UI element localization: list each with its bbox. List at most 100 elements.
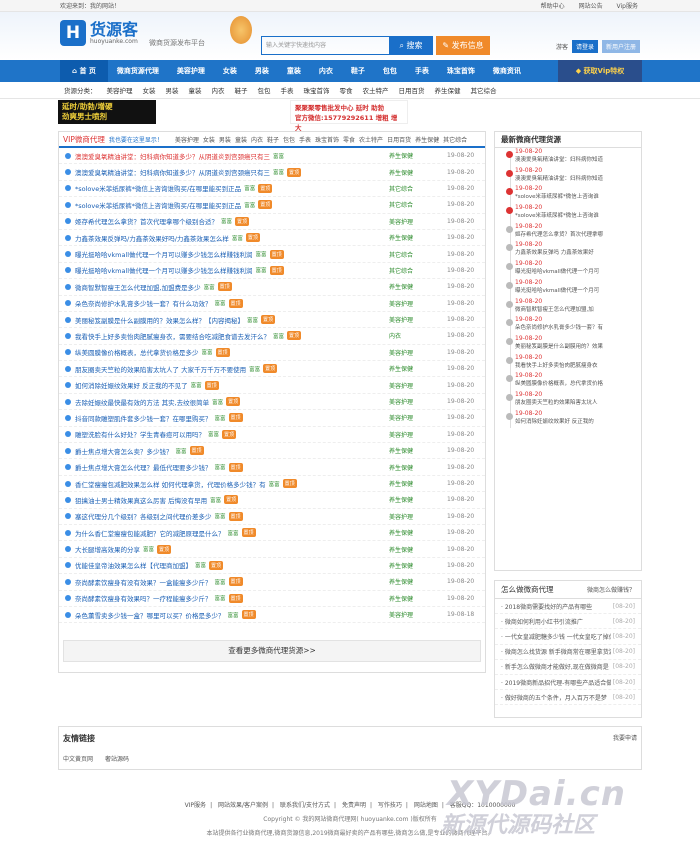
item-title[interactable]: 爵士焦点增大膏怎么代理？最低代理要多少钱？ <box>75 462 212 472</box>
item-title[interactable]: 狙擒油士男士精效果真这么厉害 后悔没有早用 <box>75 495 207 505</box>
nav-item-jewelry[interactable]: 珠宝首饰 <box>438 60 484 82</box>
item-category[interactable]: 养生保健 <box>389 282 413 291</box>
timeline-text[interactable]: 澳澳爱臭氧精油讲堂：妇科病你知道 <box>515 156 641 165</box>
list-item[interactable]: 抖音同款雕塑肌件套多少钱一套？在哪里购买？ 富富 置顶 美容护理 19-08-20 <box>59 410 485 427</box>
list-item[interactable]: 狙擒油士男士精效果真这么厉害 后悔没有早用 富富 置顶 养生保健 19-08-20 <box>59 492 485 509</box>
search-button[interactable]: ⌕ 搜索 <box>389 36 433 55</box>
list-item[interactable]: 朵色奈尚修护水乳膏多少钱一套？有什么功效？ 富富 置顶 美容护理 19-08-20 <box>59 296 485 312</box>
timeline-item[interactable]: 19-08-20 澳澳爱臭氧精油讲堂：妇科病你知道 <box>506 167 641 186</box>
item-category[interactable]: 养生保健 <box>389 463 413 472</box>
timeline-text[interactable]: 纵美圆膜像价格概表，总代拿货价格 <box>515 380 641 389</box>
article-title[interactable]: · 新手怎么做微商才能做好,现在做微商是 <box>501 662 609 671</box>
category-item[interactable]: 养生保健 <box>435 85 461 95</box>
category-item[interactable]: 日用百货 <box>399 85 425 95</box>
item-title[interactable]: 美丽秘笈副膜是什么副膜用的？效果怎么样？【内容揭秘】 <box>75 315 244 325</box>
footer-link[interactable]: 写作技巧 <box>378 802 402 809</box>
list-item[interactable]: 姬存希代理怎么拿货？首次代理拿哪个级别合适？ 富富 置顶 美容护理 19-08-20 <box>59 214 485 230</box>
list-filter[interactable]: 手表 <box>299 137 311 144</box>
timeline-text[interactable]: 曝光挺哈哈vkmall做代理一个月可 <box>515 287 641 296</box>
list-item[interactable]: 如何消除妊娠纹效果好 反正我的不见了 富富 置顶 美容护理 19-08-20 <box>59 377 485 394</box>
list-item[interactable]: 澳澳爱臭氧精油讲堂：妇科病你知道多少？从阴道炎到宫颈癌只有三 富富 置顶 养生保健 19… <box>59 164 485 181</box>
register-button[interactable]: 新用户注册 <box>602 40 641 53</box>
category-item[interactable]: 其它综合 <box>471 85 497 95</box>
list-item[interactable]: 力鑫茶效果反弹吗/力鑫茶效果好吗/力鑫茶效果怎么样 富富 置顶 养生保健 19-08-2… <box>59 230 485 247</box>
category-item[interactable]: 包包 <box>258 85 271 95</box>
article-item[interactable]: · 2019微商新品招代理-有哪些产品适合做 [08-20] <box>495 675 641 691</box>
list-filter[interactable]: 零食 <box>343 137 355 144</box>
list-item[interactable]: 微商智默智瘦王怎么代理加盟,加盟费是多少 富富 置顶 养生保健 19-08-20 <box>59 279 485 296</box>
item-category[interactable]: 美容护理 <box>389 397 413 406</box>
nav-item-women[interactable]: 女装 <box>214 60 246 82</box>
list-item[interactable]: 塞这代理分几个级别？各级别之间代理价差多少 富富 置顶 美容护理 19-08-20 <box>59 509 485 525</box>
footer-link[interactable]: 网站地图 <box>414 802 438 809</box>
category-item[interactable]: 珠宝首饰 <box>304 85 330 95</box>
article-title[interactable]: · 微商如何利用小红书引流推广 <box>501 617 583 626</box>
item-title[interactable]: 去除妊娠纹最快最有效的方法 其实,去纹很简单 <box>75 397 209 407</box>
item-title[interactable]: 大长腿增高效果的分享 <box>75 544 140 554</box>
item-title[interactable]: 朵色奈尚修护水乳膏多少钱一套？有什么功效？ <box>75 298 212 308</box>
item-category[interactable]: 养生保健 <box>389 528 413 537</box>
timeline-item[interactable]: 19-08-20 微商智默智瘦王怎么代理加盟,加 <box>506 298 641 317</box>
timeline-item[interactable]: 19-08-20 姬存希代理怎么拿货？首次代理拿哪 <box>506 223 641 242</box>
list-item[interactable]: 大长腿增高效果的分享 富富 置顶 养生保健 19-08-20 <box>59 541 485 558</box>
login-button[interactable]: 请登录 <box>572 40 599 53</box>
publish-button[interactable]: ✎ 发布信息 <box>436 36 490 55</box>
item-title[interactable]: 曝光挺哈哈vkmall做代理一个月可以赚多少钱怎么样赚钱利润 <box>75 249 253 259</box>
category-item[interactable]: 手表 <box>281 85 294 95</box>
timeline-item[interactable]: 19-08-20 我看快手上好多卖怡肉肥腻瘦身衣 <box>506 354 641 373</box>
item-category[interactable]: 其它综合 <box>389 200 413 209</box>
article-item[interactable]: · 微商如何利用小红书引流推广 [08-20] <box>495 614 641 630</box>
item-title[interactable]: 力鑫茶效果反弹吗/力鑫茶效果好吗/力鑫茶效果怎么样 <box>75 233 229 243</box>
timeline-item[interactable]: 19-08-20 澳澳爱臭氧精油讲堂：妇科病你知道 <box>506 148 641 167</box>
article-item[interactable]: · 一代女皇减肥糖多少钱 一代女皇吃了掉体 [08-20] <box>495 629 641 645</box>
list-item[interactable]: 香仁堂瘦瘦包减肥效果怎么样 如何代理拿货，代理价格多少钱？有 富富 置顶 养生保健 19… <box>59 476 485 493</box>
list-item[interactable]: 曝光挺哈哈vkmall做代理一个月可以赚多少钱怎么样赚钱利润 富富 置顶 其它综合 19… <box>59 246 485 263</box>
apply-link[interactable]: 我要申请 <box>613 733 637 744</box>
timeline-item[interactable]: 19-08-20 朵色奈尚修护水乳膏多少钱一套？有 <box>506 316 641 335</box>
list-item[interactable]: 朋友圈卖天竺粒的效果陷害太坑人了 大家千万千万不要使用 富富 置顶 养生保健 19-08… <box>59 361 485 378</box>
item-title[interactable]: 姬存希代理怎么拿货？首次代理拿哪个级别合适？ <box>75 216 218 226</box>
list-item[interactable]: 澳澳爱臭氧精油讲堂：妇科病你知道多少？从阴道炎到宫颈癌只有三 富富 养生保健 19-0… <box>59 148 485 165</box>
article-item[interactable]: · 2018微商需要找好的产品有哪些 [08-20] <box>495 599 641 615</box>
category-item[interactable]: 鞋子 <box>235 85 248 95</box>
article-item[interactable]: · 做好微商的五个条件，月入百万不是梦 [08-20] <box>495 690 641 706</box>
item-category[interactable]: 美容护理 <box>389 430 413 439</box>
item-title[interactable]: 曝光挺哈哈vkmall做代理一个月可以赚多少钱怎么样赚钱利润 <box>75 265 253 275</box>
nav-item-beauty[interactable]: 美容护理 <box>168 60 214 82</box>
item-title[interactable]: 澳澳爱臭氧精油讲堂：妇科病你知道多少？从阴道炎到宫颈癌只有三 <box>75 167 270 177</box>
ad-banner-right[interactable]: 聚聚聚零售批发中心 延时 助勃 官方微信:15779292611 增粗 增大 <box>290 100 408 132</box>
item-category[interactable]: 其它综合 <box>389 266 413 275</box>
article-title[interactable]: · 一代女皇减肥糖多少钱 一代女皇吃了掉体 <box>501 632 611 641</box>
category-item[interactable]: 女装 <box>143 85 156 95</box>
item-category[interactable]: 养生保健 <box>389 151 413 160</box>
timeline-text[interactable]: 姬存希代理怎么拿货？首次代理拿哪 <box>515 231 641 240</box>
footer-link[interactable]: VIP服务 <box>185 802 207 809</box>
timeline-item[interactable]: 19-08-20 如何消除妊娠纹效果好 反正我的 <box>506 410 641 429</box>
list-filter[interactable]: 男装 <box>219 137 231 144</box>
item-title[interactable]: 雕塑洗脸有什么好处？学生青春痘可以用吗？ <box>75 429 205 439</box>
item-category[interactable]: 养生保健 <box>389 479 413 488</box>
item-category[interactable]: 美容护理 <box>389 610 413 619</box>
item-title[interactable]: 微商智默智瘦王怎么代理加盟,加盟费是多少 <box>75 282 201 292</box>
category-item[interactable]: 零食 <box>340 85 353 95</box>
nav-item-shoes[interactable]: 鞋子 <box>342 60 374 82</box>
list-item[interactable]: 我看快手上好多卖怡肉肥腻瘦身衣，需要结合吃减肥食谱去发汗么？ 富富 置顶 内衣 19-0… <box>59 328 485 345</box>
item-title[interactable]: 奈尚酵素饮瘦身有没有效果？一盒能瘦多少斤？ <box>75 577 212 587</box>
item-category[interactable]: 其它综合 <box>389 184 413 193</box>
timeline-text[interactable]: 澳澳爱臭氧精油讲堂：妇科病你知道 <box>515 175 641 184</box>
footer-link[interactable]: 联系我们/支付方式 <box>280 802 330 809</box>
category-item[interactable]: 美容护理 <box>107 85 133 95</box>
timeline-item[interactable]: 19-08-20 曝光挺哈哈vkmall做代理一个月可 <box>506 260 641 279</box>
nav-item-men[interactable]: 男装 <box>246 60 278 82</box>
list-filter[interactable]: 内衣 <box>251 137 263 144</box>
timeline-text[interactable]: 朵色奈尚修护水乳膏多少钱一套？有 <box>515 324 641 333</box>
footer-link[interactable]: 免责声明 <box>342 802 366 809</box>
panel-more-link[interactable]: 微商怎么做赚钱？ <box>587 585 635 594</box>
item-category[interactable]: 美容护理 <box>389 512 413 521</box>
timeline-item[interactable]: 19-08-20 *solove米菲纸尿裤*微信上咨询谁 <box>506 185 641 204</box>
item-title[interactable]: 朋友圈卖天竺粒的效果陷害太坑人了 大家千万千万不要使用 <box>75 364 246 374</box>
list-item[interactable]: *solove米菲纸尿裤*微信上咨询谁购买/在哪里能买到正品 富富 置顶 其它综合 19… <box>59 197 485 214</box>
item-category[interactable]: 美容护理 <box>389 381 413 390</box>
friend-link[interactable]: 中文黄页网 <box>63 756 93 763</box>
nav-item-kids[interactable]: 童装 <box>278 60 310 82</box>
